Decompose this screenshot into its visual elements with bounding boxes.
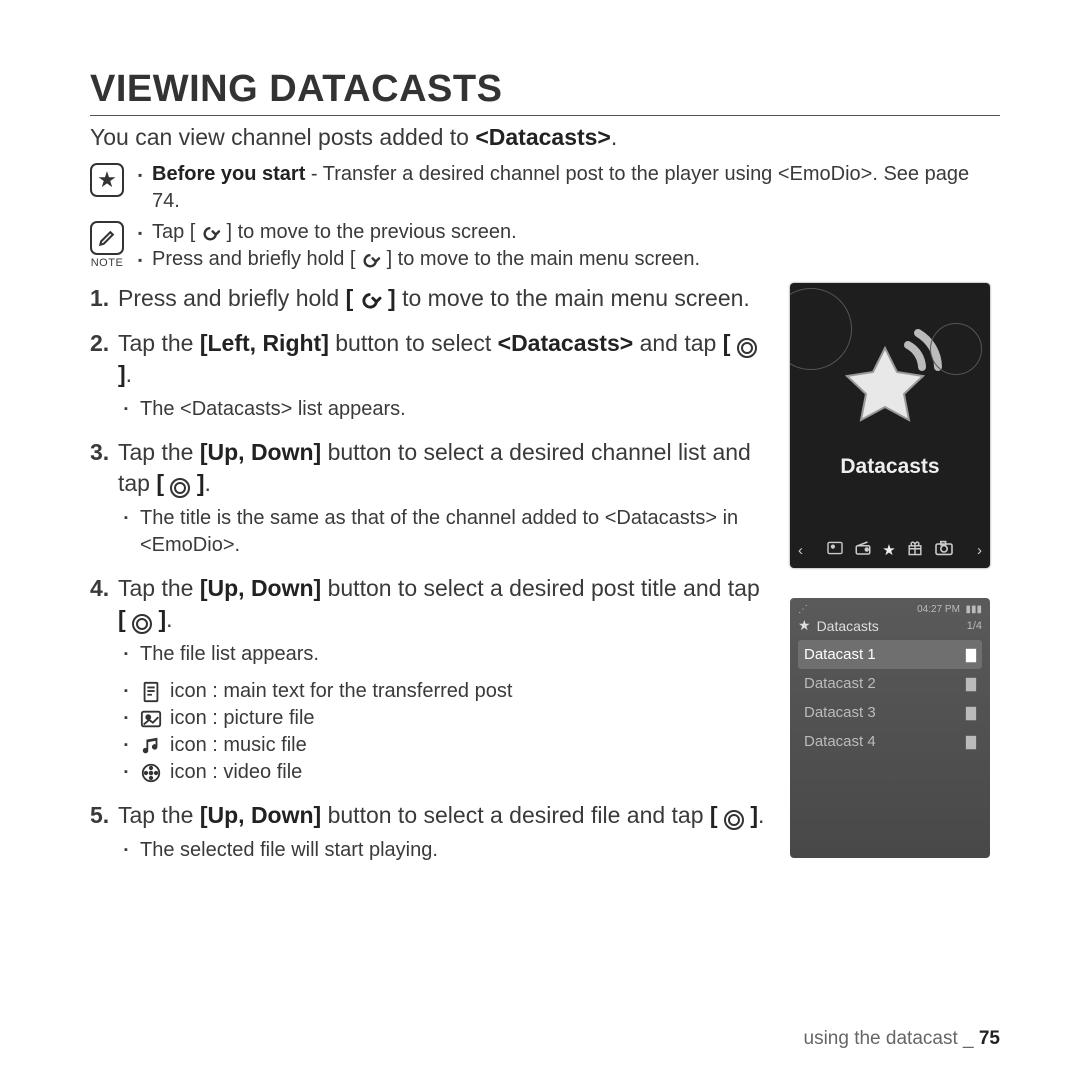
before-you-start: ★ Before you start - Transfer a desired … bbox=[90, 161, 1000, 215]
icon-legend-picture: icon : picture file bbox=[124, 705, 766, 732]
step-2-sub: The <Datacasts> list appears. bbox=[124, 396, 766, 423]
intro-text: You can view channel posts added to <Dat… bbox=[90, 124, 1000, 151]
chevron-right-icon: › bbox=[977, 542, 982, 559]
camera-nav-icon bbox=[934, 540, 954, 560]
step-1: 1. Press and briefly hold [ ] to move to… bbox=[90, 283, 766, 314]
gift-nav-icon bbox=[906, 540, 924, 560]
text-file-icon bbox=[140, 681, 162, 703]
before-start-line: Before you start - Transfer a desired ch… bbox=[138, 161, 1000, 215]
device-preview-main: Datacasts ‹ ★ › bbox=[790, 283, 990, 568]
music-file-icon bbox=[140, 735, 162, 757]
note-pencil-icon bbox=[90, 221, 124, 255]
step-5-sub: The selected file will start playing. bbox=[124, 837, 766, 864]
datacasts-star-icon bbox=[830, 313, 950, 433]
list-item[interactable]: Datacast 1▇ bbox=[798, 640, 982, 669]
star-nav-icon: ★ bbox=[882, 541, 895, 559]
star-small-icon: ★ bbox=[798, 617, 811, 634]
radio-nav-icon bbox=[854, 540, 872, 560]
picture-file-icon bbox=[140, 708, 162, 730]
list-item[interactable]: Datacast 3▇ bbox=[798, 698, 982, 727]
select-ring-icon bbox=[724, 810, 744, 830]
folder-icon: ▇ bbox=[966, 705, 976, 721]
page-footer: using the datacast _ 75 bbox=[804, 1028, 1000, 1050]
note-block: NOTE Tap [ ] to move to the previous scr… bbox=[90, 219, 1000, 273]
step-4-sub: The file list appears. bbox=[124, 641, 766, 668]
list-item[interactable]: Datacast 4▇ bbox=[798, 727, 982, 756]
device-time: 04:27 PM bbox=[917, 604, 960, 615]
icon-legend-music: icon : music file bbox=[124, 732, 766, 759]
chevron-left-icon: ‹ bbox=[798, 542, 803, 559]
picture-nav-icon bbox=[826, 541, 844, 559]
step-5: 5. Tap the [Up, Down] button to select a… bbox=[90, 800, 766, 864]
note-line-2: Press and briefly hold [ ] to move to th… bbox=[138, 246, 700, 273]
folder-icon: ▇ bbox=[966, 647, 976, 663]
icon-legend-text: icon : main text for the transferred pos… bbox=[124, 678, 766, 705]
device-preview-list: ⋰ 04:27 PM ▮▮▮ ★ Datacasts 1/4 Datacast … bbox=[790, 598, 990, 858]
device-main-label: Datacasts bbox=[790, 455, 990, 479]
select-ring-icon bbox=[170, 478, 190, 498]
icon-legend-video: icon : video file bbox=[124, 759, 766, 786]
step-3: 3. Tap the [Up, Down] button to select a… bbox=[90, 437, 766, 559]
note-label: NOTE bbox=[90, 257, 124, 269]
list-item[interactable]: Datacast 2▇ bbox=[798, 669, 982, 698]
device-bottom-nav: ‹ ★ › bbox=[798, 540, 982, 560]
page-title: VIEWING DATACASTS bbox=[90, 68, 1000, 116]
select-ring-icon bbox=[737, 338, 757, 358]
step-4: 4. Tap the [Up, Down] button to select a… bbox=[90, 573, 766, 786]
back-icon bbox=[360, 291, 382, 309]
note-line-1: Tap [ ] to move to the previous screen. bbox=[138, 219, 700, 246]
signal-icon: ⋰ bbox=[798, 604, 808, 615]
step-3-sub: The title is the same as that of the cha… bbox=[124, 505, 766, 559]
star-icon: ★ bbox=[90, 163, 124, 197]
video-file-icon bbox=[140, 762, 162, 784]
back-icon bbox=[361, 252, 381, 268]
back-icon bbox=[201, 225, 221, 241]
step-2: 2. Tap the [Left, Right] button to selec… bbox=[90, 328, 766, 423]
folder-icon: ▇ bbox=[966, 734, 976, 750]
select-ring-icon bbox=[132, 614, 152, 634]
folder-icon: ▇ bbox=[966, 676, 976, 692]
